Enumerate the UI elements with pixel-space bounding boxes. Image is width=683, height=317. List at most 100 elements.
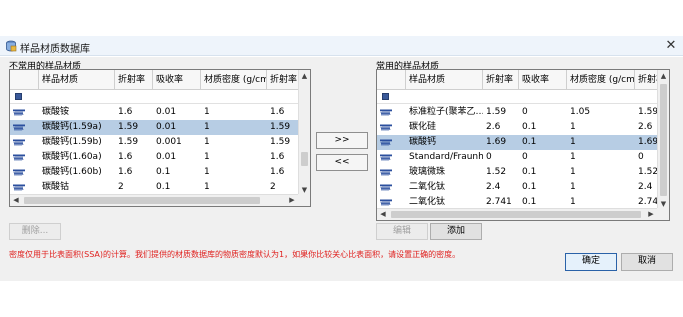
- header-icon-column: [10, 70, 39, 90]
- table-row[interactable]: 玻璃微珠 1.52 0.1 1 1.52: [377, 165, 669, 180]
- table-row[interactable]: 碳化硅 2.6 0.1 1 2.6: [377, 120, 669, 135]
- material-row-icon: [380, 124, 392, 131]
- material-name-cell: 碳化硅: [409, 122, 437, 132]
- refraction-cell: 1.59: [486, 107, 507, 117]
- refraction-cell: 1.59: [118, 137, 139, 147]
- material-name-cell: 碳酸铵: [42, 107, 70, 117]
- density-cell: 1: [570, 167, 576, 177]
- material-row-icon: [13, 154, 25, 161]
- material-row-icon: [380, 184, 392, 191]
- close-button[interactable]: ✕: [663, 38, 679, 54]
- filter-checkbox[interactable]: [382, 93, 389, 100]
- column-header-refraction[interactable]: 折射率: [483, 70, 519, 90]
- scroll-up-arrow[interactable]: ▲: [658, 70, 669, 82]
- material-row-icon: [13, 184, 25, 191]
- refraction-cell: 1.6: [118, 107, 133, 117]
- table-row[interactable]: 碳酸钙 1.69 0.1 1 1.69: [377, 135, 669, 150]
- table-row[interactable]: Standard/Fraunhofer0010: [377, 150, 669, 165]
- absorption-cell: 0.1: [156, 182, 171, 192]
- cancel-button[interactable]: 取消: [621, 253, 673, 271]
- absorption-cell: 0.01: [156, 122, 177, 132]
- scroll-left-arrow[interactable]: ◀: [10, 195, 22, 206]
- window-titlebar: 样品材质数据库 ✕: [0, 36, 683, 56]
- scroll-right-arrow[interactable]: ▶: [645, 209, 657, 220]
- material-name-cell: 碳酸钙(1.59a): [42, 122, 102, 132]
- horizontal-scrollbar[interactable]: ◀ ▶: [377, 208, 657, 220]
- table-row[interactable]: 碳酸钙(1.59b) 1.59 0.001 1 1.59: [10, 135, 310, 150]
- material-row-icon: [380, 109, 392, 116]
- column-header-absorption[interactable]: 吸收率: [153, 70, 201, 90]
- scroll-thumb[interactable]: [301, 152, 308, 166]
- scroll-right-arrow[interactable]: ▶: [286, 195, 298, 206]
- density-cell: 1: [204, 122, 210, 132]
- grid-filter-row: [10, 90, 310, 104]
- refraction-cell: 2.6: [486, 122, 501, 132]
- material-database-dialog: 不常用的样品材质 样品材质 折射率 吸收率 材质密度 (g/cm³) 折射率 碳…: [0, 57, 683, 281]
- table-row[interactable]: 二氧化钛 2.4 0.1 1 2.4: [377, 180, 669, 195]
- material-name-cell: Standard/Fraunhofer: [409, 152, 483, 162]
- database-app-icon: [6, 40, 17, 52]
- table-row[interactable]: 标准粒子(聚苯乙… 1.59 0 1.05 1.59: [377, 105, 669, 120]
- absorption-cell: 0.01: [156, 152, 177, 162]
- material-name-cell: 标准粒子(聚苯乙…: [409, 107, 483, 117]
- absorption-cell: 0: [522, 107, 528, 117]
- vertical-scrollbar[interactable]: ▲ ▼: [657, 70, 669, 210]
- table-row[interactable]: 碳酸钙(1.60b) 1.6 0.1 1 1.6: [10, 165, 310, 180]
- material-name-cell: 碳酸钙(1.60b): [42, 167, 102, 177]
- horizontal-scrollbar[interactable]: ◀ ▶: [10, 194, 298, 206]
- material-name-cell: 碳酸钙: [409, 137, 437, 147]
- edit-button[interactable]: 编辑: [376, 223, 428, 240]
- column-header-density[interactable]: 材质密度 (g/cm³): [567, 70, 635, 90]
- absorption-cell: 0.1: [522, 122, 537, 132]
- column-header-density[interactable]: 材质密度 (g/cm³): [201, 70, 267, 90]
- material-row-icon: [380, 154, 392, 161]
- density-cell: 1: [204, 167, 210, 177]
- absorption-cell: 0.1: [522, 137, 537, 147]
- move-to-common-button[interactable]: >>: [316, 132, 368, 149]
- move-to-uncommon-button[interactable]: <<: [316, 154, 368, 171]
- column-header-absorption[interactable]: 吸收率: [519, 70, 567, 90]
- density-cell: 1: [204, 152, 210, 162]
- scroll-thumb-horizontal[interactable]: [24, 197, 260, 204]
- density-cell: 1.05: [570, 107, 591, 117]
- table-row[interactable]: 碳酸铵 1.6 0.01 1 1.6: [10, 105, 310, 120]
- grid-filter-row: [377, 90, 669, 104]
- refraction-cell: 2.4: [486, 182, 501, 192]
- absorption-cell: 0.001: [156, 137, 182, 147]
- absorption-cell: 0: [522, 152, 528, 162]
- density-cell: 1: [570, 182, 576, 192]
- material-row-icon: [13, 124, 25, 131]
- refraction-cell: 1.69: [486, 137, 507, 147]
- absorption-cell: 0.1: [156, 167, 171, 177]
- material-row-icon: [380, 169, 392, 176]
- column-header-material[interactable]: 样品材质: [39, 70, 115, 90]
- material-name-cell: 玻璃微珠: [409, 167, 446, 177]
- vertical-scrollbar[interactable]: ▲ ▼: [298, 70, 310, 196]
- scroll-thumb[interactable]: [660, 84, 667, 196]
- table-row[interactable]: 碳酸钴 2 0.1 1 2: [10, 180, 310, 195]
- material-row-icon: [13, 169, 25, 176]
- add-button[interactable]: 添加: [430, 223, 482, 240]
- column-header-refraction[interactable]: 折射率: [115, 70, 153, 90]
- column-header-material[interactable]: 样品材质: [406, 70, 483, 90]
- density-cell: 1: [204, 182, 210, 192]
- scroll-thumb-horizontal[interactable]: [391, 211, 641, 218]
- material-name-cell: 碳酸钴: [42, 182, 70, 192]
- scroll-up-arrow[interactable]: ▲: [299, 70, 310, 82]
- grid-header: 样品材质 折射率 吸收率 材质密度 (g/cm³) 折射率: [10, 70, 310, 90]
- refraction-cell: 1.52: [486, 167, 507, 177]
- uncommon-materials-grid[interactable]: 样品材质 折射率 吸收率 材质密度 (g/cm³) 折射率 碳酸铵 1.6 0.01…: [9, 69, 311, 207]
- common-materials-grid[interactable]: 样品材质 折射率 吸收率 材质密度 (g/cm³) 折射率 标准粒子(聚苯乙… 1…: [376, 69, 670, 221]
- absorption-cell: 0.1: [522, 167, 537, 177]
- absorption-cell: 0.1: [522, 182, 537, 192]
- delete-button[interactable]: 删除...: [9, 223, 61, 240]
- ok-button[interactable]: 确定: [565, 253, 617, 271]
- filter-checkbox[interactable]: [15, 93, 22, 100]
- table-row[interactable]: 碳酸钙(1.59a) 1.59 0.01 1 1.59: [10, 120, 310, 135]
- density-note: 密度仅用于比表面积(SSA)的计算。我们提供的材质数据库的物质密度默认为1，如果…: [9, 250, 461, 259]
- refraction-cell: 1.59: [118, 122, 139, 132]
- table-row[interactable]: 碳酸钙(1.60a) 1.6 0.01 1 1.6: [10, 150, 310, 165]
- header-icon-column: [377, 70, 406, 90]
- material-row-icon: [380, 199, 392, 206]
- scroll-left-arrow[interactable]: ◀: [377, 209, 389, 220]
